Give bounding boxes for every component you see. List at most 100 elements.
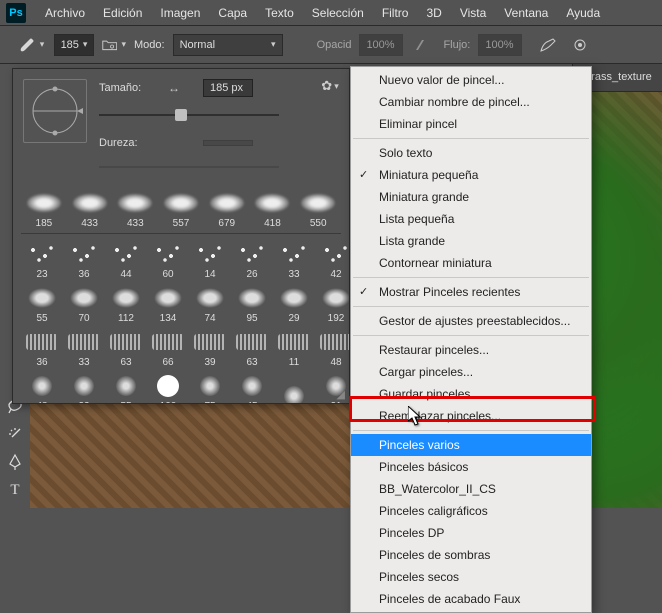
menu-item-ayuda[interactable]: Ayuda [557,6,609,20]
menu-item[interactable]: Pinceles secos [351,566,591,588]
airbrush-icon[interactable] [536,33,560,57]
brush-thumb[interactable]: 418 [250,187,296,231]
menu-item-edición[interactable]: Edición [94,6,151,20]
menu-item-imagen[interactable]: Imagen [151,6,209,20]
menu-item-archivo[interactable]: Archivo [36,6,94,20]
brush-thumb[interactable]: 134 [147,282,189,326]
brush-thumb[interactable]: 23 [21,238,63,282]
brush-thumb[interactable]: 45 [231,370,273,403]
chevron-down-icon: ▾ [121,39,126,50]
brush-thumb[interactable]: 44 [105,238,147,282]
menu-item-capa[interactable]: Capa [209,6,256,20]
menu-item[interactable]: Guardar pinceles... [351,383,591,405]
pressure-size-icon[interactable] [568,33,592,57]
menu-item[interactable]: Pinceles básicos [351,456,591,478]
brush-thumb[interactable]: 185 [21,187,67,231]
menu-item-label: Restaurar pinceles... [379,343,489,357]
brush-thumb[interactable]: 63 [105,326,147,370]
brush-thumb[interactable]: 192 [315,282,349,326]
panel-resize-grip-icon[interactable]: ◢ [337,388,345,401]
brush-tool-icon[interactable]: ▾ [16,34,46,56]
menu-item[interactable]: Pinceles DP [351,522,591,544]
menu-item-filtro[interactable]: Filtro [373,6,418,20]
brush-thumb[interactable]: 36 [21,326,63,370]
flip-reset-icon[interactable]: ↔ [165,79,183,97]
magic-wand-tool-icon[interactable] [3,422,27,446]
brush-thumb[interactable]: 679 [204,187,250,231]
hardness-input[interactable] [203,140,253,146]
menu-item[interactable]: Cambiar nombre de pincel... [351,91,591,113]
brush-size-preset[interactable]: 185 ▾ [54,34,94,56]
brush-angle-preview[interactable] [23,79,87,143]
brush-thumb[interactable]: 33 [63,326,105,370]
flow-value: 100% [485,39,513,51]
opacity-field[interactable]: 100% [359,34,403,56]
type-tool-icon[interactable]: T [3,478,27,502]
menu-item[interactable]: Cargar pinceles... [351,361,591,383]
menu-item-selección[interactable]: Selección [303,6,373,20]
menu-item[interactable]: Pinceles de acabado Faux [351,588,591,610]
hardness-slider[interactable] [99,159,279,175]
brush-thumb[interactable]: 433 [67,187,113,231]
brush-preset-folder-button[interactable]: ▾ [102,33,126,57]
brush-thumb[interactable]: 100 [147,370,189,403]
brush-thumb[interactable]: 557 [158,187,204,231]
brush-thumb[interactable]: 32 [63,370,105,403]
brush-thumb[interactable]: 48 [21,370,63,403]
menu-item-3d[interactable]: 3D [417,6,450,20]
menu-item[interactable]: BB_Watercolor_II_CS [351,478,591,500]
brush-thumb[interactable] [273,370,315,403]
brush-thumb[interactable]: 39 [189,326,231,370]
pen-tool-icon[interactable] [3,450,27,474]
menu-item[interactable]: Miniatura grande [351,186,591,208]
size-input[interactable]: 185 px [203,79,253,97]
brush-thumb[interactable]: 63 [231,326,273,370]
menu-item[interactable]: Gestor de ajustes preestablecidos... [351,310,591,332]
menu-item[interactable]: Contornear miniatura [351,252,591,274]
size-value: 185 px [210,82,243,94]
brush-thumb[interactable]: 26 [231,238,273,282]
brush-thumb-label: 23 [36,270,47,280]
panel-menu-gear-icon[interactable]: ✿▾ [319,77,341,95]
brush-thumb[interactable]: 14 [189,238,231,282]
brush-thumb[interactable]: 55 [21,282,63,326]
brush-thumb[interactable]: 550 [295,187,341,231]
flow-field[interactable]: 100% [478,34,522,56]
menu-item[interactable]: Pinceles varios [351,434,591,456]
brush-thumb[interactable]: 33 [273,238,315,282]
menu-item-texto[interactable]: Texto [256,6,303,20]
menu-item[interactable]: Nuevo valor de pincel... [351,69,591,91]
menu-item-vista[interactable]: Vista [451,6,495,20]
brush-thumb[interactable]: 95 [231,282,273,326]
brush-thumb[interactable]: 74 [189,282,231,326]
menu-item-ventana[interactable]: Ventana [495,6,557,20]
brush-thumb-label: 44 [120,270,131,280]
brush-thumb[interactable]: 48 [315,326,349,370]
menu-item[interactable]: Restaurar pinceles... [351,339,591,361]
menu-item[interactable]: Reemplazar pinceles... [351,405,591,427]
menu-item[interactable]: Pinceles de sombras [351,544,591,566]
menu-item[interactable]: Lista grande [351,230,591,252]
brush-thumb[interactable]: 112 [105,282,147,326]
size-slider[interactable] [99,107,279,123]
menu-item[interactable]: Eliminar pincel [351,113,591,135]
blend-mode-select[interactable]: Normal ▾ [173,34,283,56]
brush-thumb[interactable]: 66 [147,326,189,370]
brush-thumb[interactable]: 75 [189,370,231,403]
brush-thumb[interactable]: 29 [273,282,315,326]
brush-thumb[interactable]: 60 [147,238,189,282]
menu-item[interactable]: Solo texto [351,142,591,164]
menu-item[interactable]: Pinceles caligráficos [351,500,591,522]
menu-item[interactable]: Lista pequeña [351,208,591,230]
menu-item[interactable]: ✓Miniatura pequeña [351,164,591,186]
brush-preset-context-menu: Nuevo valor de pincel...Cambiar nombre d… [350,66,592,613]
brush-thumb[interactable]: 42 [315,238,349,282]
menu-item[interactable]: ✓Mostrar Pinceles recientes [351,281,591,303]
pressure-opacity-icon[interactable] [411,33,435,57]
brush-thumb[interactable]: 11 [273,326,315,370]
menu-item-label: Pinceles varios [379,438,460,452]
brush-thumb[interactable]: 70 [63,282,105,326]
brush-thumb[interactable]: 55 [105,370,147,403]
brush-thumb[interactable]: 433 [112,187,158,231]
brush-thumb[interactable]: 36 [63,238,105,282]
